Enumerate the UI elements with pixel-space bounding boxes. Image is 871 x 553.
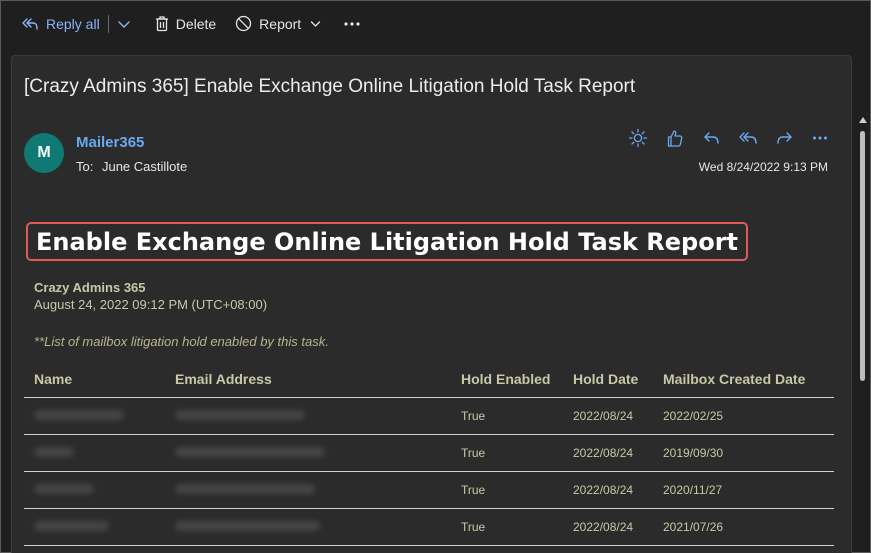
- hold-enabled-cell: True: [461, 483, 486, 497]
- column-header: Name: [34, 370, 73, 387]
- email-cell-redacted: [175, 483, 461, 497]
- more-actions-button[interactable]: [343, 10, 361, 38]
- more-horizontal-icon: [343, 21, 361, 27]
- report-datetime: August 24, 2022 09:12 PM (UTC+08:00): [34, 297, 268, 312]
- delete-label: Delete: [175, 15, 217, 32]
- column-header: Email Address: [175, 370, 272, 387]
- reply-all-button[interactable]: Reply all: [21, 10, 100, 38]
- created-date-cell: 2022/02/25: [663, 409, 724, 423]
- delete-button[interactable]: Delete: [155, 10, 216, 38]
- vertical-scrollbar[interactable]: [857, 117, 869, 553]
- command-toolbar: Reply all Delete Report: [1, 1, 870, 46]
- toolbar-divider: [107, 14, 109, 33]
- hold-date-cell: 2022/08/24: [573, 483, 634, 497]
- name-cell-redacted: [24, 409, 175, 423]
- name-cell-redacted: [24, 520, 175, 534]
- column-header: Mailbox Created Date: [663, 370, 806, 387]
- email-cell-redacted: [175, 520, 461, 534]
- organization-name: Crazy Admins 365: [34, 280, 146, 295]
- received-date: Wed 8/24/2022 9:13 PM: [698, 160, 828, 174]
- column-header: Hold Date: [573, 370, 639, 387]
- report-button[interactable]: Report: [235, 10, 321, 38]
- table-row: True 2022/08/24 2021/07/26: [24, 509, 834, 546]
- report-label: Report: [259, 15, 302, 32]
- reply-icon[interactable]: [702, 130, 720, 146]
- chevron-down-icon: [310, 20, 321, 28]
- created-date-cell: 2021/07/26: [663, 520, 724, 534]
- hold-enabled-cell: True: [461, 520, 486, 534]
- reply-all-label: Reply all: [46, 15, 100, 32]
- hold-date-cell: 2022/08/24: [573, 520, 634, 534]
- report-note: **List of mailbox litigation hold enable…: [34, 334, 329, 349]
- reply-all-icon: [21, 16, 39, 32]
- block-icon: [235, 15, 252, 32]
- table-row: True 2022/08/24 2022/02/25: [24, 398, 834, 435]
- avatar-initial: M: [37, 144, 51, 161]
- to-label: To:: [76, 159, 94, 174]
- reading-pane: [Crazy Admins 365] Enable Exchange Onlin…: [11, 55, 852, 553]
- name-cell-redacted: [24, 446, 175, 460]
- more-horizontal-icon[interactable]: [812, 135, 828, 141]
- table-row: True 2022/08/24 2020/11/27: [24, 472, 834, 509]
- hold-enabled-cell: True: [461, 446, 486, 460]
- sender-name[interactable]: Mailer365: [76, 134, 144, 151]
- name-cell-redacted: [24, 483, 175, 497]
- email-subject: [Crazy Admins 365] Enable Exchange Onlin…: [24, 76, 636, 97]
- recipient-line: To: June Castillote: [76, 159, 187, 174]
- reply-options-dropdown[interactable]: [117, 10, 131, 38]
- message-actions: [628, 128, 828, 148]
- report-title: Enable Exchange Online Litigation Hold T…: [26, 222, 749, 261]
- scroll-up-arrow-icon[interactable]: [859, 117, 867, 123]
- table-row: True 2022/08/24 2019/09/30: [24, 435, 834, 472]
- hold-date-cell: 2022/08/24: [573, 409, 634, 423]
- table-header: Name Email Address Hold Enabled Hold Dat…: [24, 360, 834, 398]
- like-icon[interactable]: [666, 128, 684, 148]
- forward-icon[interactable]: [776, 130, 794, 146]
- report-table: Name Email Address Hold Enabled Hold Dat…: [24, 360, 834, 546]
- email-cell-redacted: [175, 409, 461, 423]
- recipient-name[interactable]: June Castillote: [102, 159, 187, 174]
- scrollbar-thumb[interactable]: [860, 131, 865, 381]
- created-date-cell: 2020/11/27: [663, 483, 723, 497]
- sun-icon[interactable]: [628, 128, 648, 148]
- chevron-down-icon: [117, 19, 131, 29]
- created-date-cell: 2019/09/30: [663, 446, 724, 460]
- avatar[interactable]: M: [24, 133, 64, 173]
- trash-icon: [155, 15, 169, 32]
- column-header: Hold Enabled: [461, 370, 551, 387]
- reply-all-icon[interactable]: [738, 130, 758, 146]
- email-cell-redacted: [175, 446, 461, 460]
- hold-enabled-cell: True: [461, 409, 486, 423]
- hold-date-cell: 2022/08/24: [573, 446, 634, 460]
